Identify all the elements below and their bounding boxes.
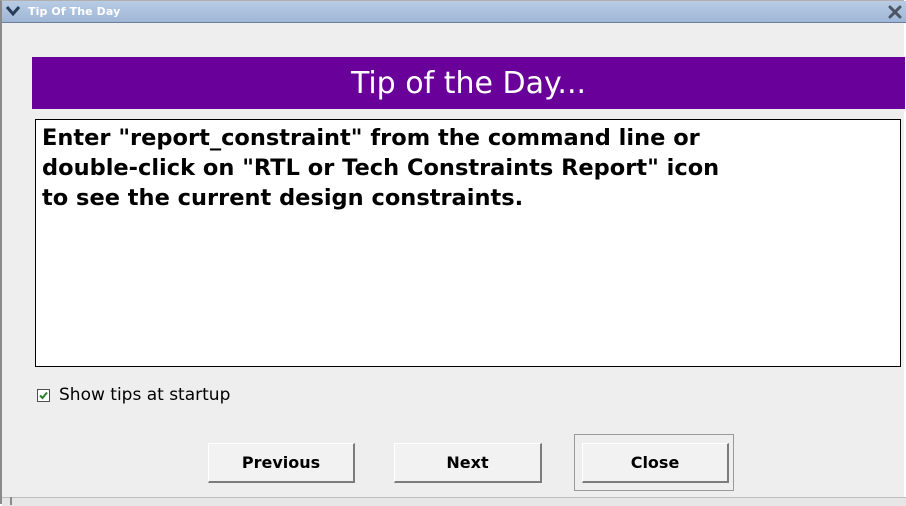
tip-text-box: Enter "report_constraint" from the comma…: [35, 119, 901, 367]
window-bottom-edge: [2, 497, 906, 506]
next-button[interactable]: Next: [394, 443, 542, 483]
show-tips-label: Show tips at startup: [59, 385, 231, 405]
title-bar[interactable]: Tip Of The Day: [2, 1, 906, 23]
tip-of-the-day-window: Tip Of The Day Tip of the Day... Enter "…: [0, 0, 906, 506]
check-icon: [39, 391, 48, 399]
show-tips-checkbox[interactable]: [37, 388, 50, 402]
tip-line-2: double-click on "RTL or Tech Constraints…: [42, 155, 720, 181]
window-resize-notch: [10, 497, 52, 505]
tip-line-3: to see the current design constraints.: [42, 185, 524, 211]
close-button[interactable]: Close: [582, 443, 729, 483]
tip-header: Tip of the Day...: [32, 57, 905, 109]
window-title: Tip Of The Day: [28, 5, 121, 18]
show-tips-toggle[interactable]: Show tips at startup: [37, 384, 230, 406]
header-title: Tip of the Day...: [350, 65, 587, 101]
close-icon[interactable]: [888, 4, 902, 19]
tip-line-1: Enter "report_constraint" from the comma…: [42, 125, 700, 151]
chevron-down-icon[interactable]: [5, 3, 21, 19]
previous-button[interactable]: Previous: [208, 443, 355, 483]
